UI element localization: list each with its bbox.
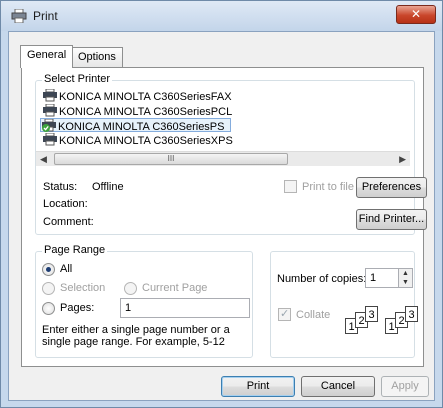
apply-button[interactable]: Apply bbox=[381, 376, 429, 397]
collate-label: Collate bbox=[296, 309, 331, 321]
location-label: Location: bbox=[43, 198, 88, 210]
print-to-file-checkbox[interactable] bbox=[284, 180, 297, 193]
page-range-label: Page Range bbox=[42, 244, 108, 256]
all-pages-radio[interactable] bbox=[42, 263, 55, 276]
select-printer-group: Select Printer KONICA MINOLTA C360Series… bbox=[35, 73, 427, 235]
tab-options-label: Options bbox=[78, 51, 116, 63]
printer-item-pcl[interactable]: KONICA MINOLTA C360SeriesPCL bbox=[42, 104, 232, 118]
printer-list[interactable]: KONICA MINOLTA C360SeriesFAX KONICA MINO… bbox=[36, 85, 410, 151]
page-range-hint: Enter either a single page number or a s… bbox=[42, 324, 230, 348]
scroll-left-icon[interactable]: ◀ bbox=[40, 154, 47, 165]
printer-item-ps[interactable]: KONICA MINOLTA C360SeriesPS bbox=[40, 118, 232, 133]
printer-icon bbox=[43, 104, 57, 117]
find-printer-button[interactable]: Find Printer... bbox=[356, 209, 427, 230]
scroll-thumb[interactable]: III bbox=[54, 153, 288, 165]
selection-radio[interactable] bbox=[42, 282, 55, 295]
collate-page: 3 bbox=[365, 306, 378, 322]
close-button[interactable]: ✕ bbox=[396, 5, 436, 24]
pages-label: Pages: bbox=[60, 302, 95, 314]
printer-name: KONICA MINOLTA C360SeriesPCL bbox=[59, 106, 233, 118]
default-printer-icon bbox=[42, 119, 56, 132]
spin-up-icon[interactable]: ▲ bbox=[402, 270, 409, 277]
title-bar[interactable]: Print ✕ bbox=[1, 1, 442, 31]
window-title: Print bbox=[33, 9, 58, 23]
close-icon: ✕ bbox=[410, 7, 422, 21]
pages-radio[interactable] bbox=[42, 302, 55, 315]
tab-general[interactable]: General bbox=[20, 45, 74, 68]
print-dialog: Print ✕ General Options Select Printer K… bbox=[0, 0, 443, 408]
current-page-radio[interactable] bbox=[124, 282, 137, 295]
general-tab-panel: Select Printer KONICA MINOLTA C360Series… bbox=[21, 67, 427, 367]
status-label: Status: bbox=[43, 181, 78, 193]
printer-icon bbox=[11, 9, 27, 23]
number-of-copies-label: Number of copies: bbox=[277, 273, 367, 285]
tab-general-label: General bbox=[27, 49, 67, 61]
comment-label: Comment: bbox=[43, 216, 94, 228]
print-to-file-label: Print to file bbox=[302, 181, 354, 193]
selection-label: Selection bbox=[60, 282, 106, 294]
collate-checkbox[interactable] bbox=[278, 307, 291, 321]
spin-down-icon[interactable]: ▼ bbox=[402, 279, 409, 286]
printer-name: KONICA MINOLTA C360SeriesFAX bbox=[59, 91, 232, 103]
scroll-thumb-grip: III bbox=[167, 154, 175, 163]
print-button[interactable]: Print bbox=[221, 376, 295, 397]
printer-name: KONICA MINOLTA C360SeriesXPS bbox=[59, 135, 233, 147]
horizontal-scrollbar[interactable]: ◀ III ▶ bbox=[36, 151, 410, 166]
scroll-right-icon[interactable]: ▶ bbox=[399, 154, 406, 165]
preferences-button[interactable]: Preferences bbox=[356, 177, 427, 198]
tab-options[interactable]: Options bbox=[71, 47, 123, 67]
printer-item-xps[interactable]: KONICA MINOLTA C360SeriesXPS bbox=[42, 133, 233, 147]
printer-icon bbox=[43, 133, 57, 146]
copies-group: Number of copies: 1 ▲ ▼ Collate 1 2 3 1 … bbox=[270, 251, 418, 358]
pages-input[interactable]: 1 bbox=[120, 298, 250, 318]
all-pages-label: All bbox=[60, 263, 73, 275]
copies-spinner[interactable]: ▲ ▼ bbox=[398, 268, 413, 288]
printer-icon bbox=[43, 89, 57, 102]
printer-name: KONICA MINOLTA C360SeriesPS bbox=[58, 121, 225, 133]
copies-input[interactable]: 1 bbox=[365, 268, 399, 288]
dialog-body: General Options Select Printer KONICA MI… bbox=[8, 31, 435, 401]
current-page-label: Current Page bbox=[142, 282, 208, 294]
select-printer-label: Select Printer bbox=[42, 73, 113, 85]
printer-item-fax[interactable]: KONICA MINOLTA C360SeriesFAX bbox=[42, 89, 232, 103]
status-value: Offline bbox=[92, 181, 124, 193]
page-range-group: Page Range All Selection Current Page Pa… bbox=[35, 244, 253, 358]
collate-page: 3 bbox=[405, 306, 418, 322]
cancel-button[interactable]: Cancel bbox=[301, 376, 375, 397]
